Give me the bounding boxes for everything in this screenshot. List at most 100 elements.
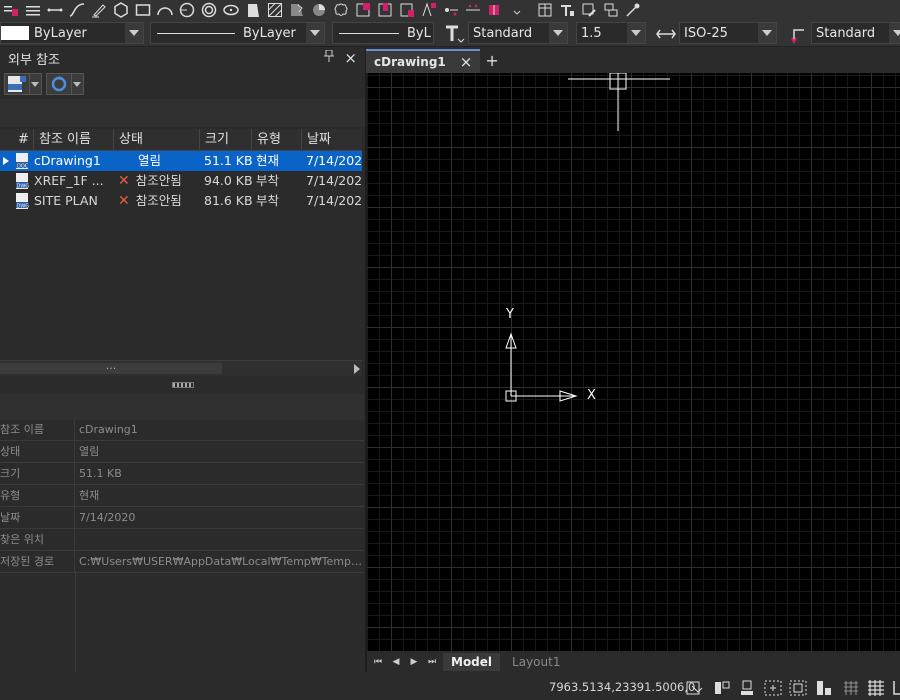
coordinate-readout[interactable]: 7963.5134,23391.5006,0	[549, 680, 695, 694]
circle-icon[interactable]	[176, 0, 198, 19]
detail-row-found-at: 찾은 위치	[0, 528, 364, 551]
ellipse-icon[interactable]	[220, 0, 242, 19]
row-name: SITE PLAN	[34, 193, 98, 208]
row-size: 51.1 KB	[204, 153, 252, 168]
layer-state-icon[interactable]	[22, 0, 44, 19]
table-row[interactable]: DOC cDrawing1 열림 51.1 KB 현재 7/14/2020	[0, 151, 362, 171]
measure-icon[interactable]	[484, 0, 506, 19]
snap-icon[interactable]	[842, 680, 860, 696]
line-icon[interactable]	[44, 0, 66, 19]
tab-cdrawing1[interactable]: cDrawing1 ×	[366, 49, 481, 73]
scrollbar-thumb[interactable]: ...	[0, 360, 222, 374]
chevron-down-icon[interactable]	[549, 23, 567, 43]
polyline-icon[interactable]	[66, 0, 88, 19]
chevron-down-icon[interactable]	[889, 23, 900, 43]
close-icon[interactable]: ×	[344, 49, 357, 67]
donut-icon[interactable]	[198, 0, 220, 19]
linetype-combo[interactable]: ByLayer	[150, 22, 325, 44]
write-block-icon[interactable]	[396, 0, 418, 19]
hatch-icon[interactable]	[264, 0, 286, 19]
chevron-down-icon[interactable]	[627, 23, 645, 43]
next-layout-icon[interactable]: ▶	[407, 655, 421, 669]
row-date: 7/14/2020	[306, 173, 362, 188]
table-row[interactable]: DWG SITE PLAN ✕ 참조안됨 81.6 KB 부착 7/14/202…	[0, 191, 362, 211]
col-type[interactable]: 유형	[252, 129, 302, 150]
drawing-canvas[interactable]: Y X	[367, 73, 900, 651]
detail-row-status: 상태 열림	[0, 440, 364, 463]
lock-ui-icon[interactable]	[815, 680, 833, 696]
edit-text-icon[interactable]	[578, 0, 600, 19]
arc-icon[interactable]	[154, 0, 176, 19]
row-status: 열림	[138, 153, 162, 168]
region-icon[interactable]	[242, 0, 264, 19]
first-layout-icon[interactable]: ⏮	[371, 655, 385, 669]
new-tab-button[interactable]: +	[485, 51, 498, 70]
insert-icon[interactable]	[374, 0, 396, 19]
color-value: ByLayer	[34, 25, 87, 41]
cloud-icon[interactable]	[330, 0, 352, 19]
chevron-down-icon[interactable]	[306, 23, 324, 43]
chevron-down-icon[interactable]	[125, 23, 143, 43]
status-bar: 7963.5134,23391.5006,0	[0, 676, 900, 700]
col-status[interactable]: 상태	[114, 129, 200, 150]
col-date[interactable]: 날짜	[302, 129, 362, 150]
multileader-style-icon[interactable]	[788, 24, 810, 45]
model-space-icon[interactable]	[686, 680, 704, 696]
attach-dwg-button[interactable]	[4, 73, 42, 95]
quick-view-icon[interactable]	[713, 680, 731, 696]
tab-layout1[interactable]: Layout1	[504, 653, 568, 671]
col-size[interactable]: 크기	[200, 129, 252, 150]
panel-splitter-handle[interactable]	[0, 380, 365, 390]
point-icon[interactable]	[440, 0, 462, 19]
tab-close-icon[interactable]: ×	[460, 53, 473, 71]
table-icon[interactable]	[534, 0, 556, 19]
row-pointer-icon	[0, 151, 14, 171]
gradient-icon[interactable]	[286, 0, 308, 19]
row-date: 7/14/2020	[306, 153, 362, 168]
chevron-down-icon[interactable]	[71, 74, 81, 94]
leader-icon[interactable]	[622, 0, 644, 19]
scroll-right-icon[interactable]	[354, 364, 360, 374]
lineweight-combo[interactable]: ByL	[332, 22, 434, 44]
refresh-button[interactable]	[46, 73, 84, 95]
unloaded-x-icon: ✕	[118, 173, 130, 189]
last-layout-icon[interactable]: ⏭	[425, 655, 439, 669]
text-height-combo[interactable]: 1.5	[576, 22, 646, 44]
table-row[interactable]: DWG XREF_1F ... ✕ 참조안됨 94.0 KB 부착 7/14/2…	[0, 171, 362, 191]
text-icon[interactable]	[556, 0, 578, 19]
grid-icon[interactable]	[867, 680, 885, 696]
block-icon[interactable]	[352, 0, 374, 19]
multileader-style-combo[interactable]: Standard	[811, 22, 900, 44]
crosshair-cursor	[568, 73, 670, 131]
polygon-icon[interactable]	[110, 0, 132, 19]
chevron-down-icon[interactable]	[29, 74, 39, 94]
more-icon[interactable]	[506, 0, 528, 19]
layer-icon[interactable]	[0, 0, 22, 19]
divide-icon[interactable]	[462, 0, 484, 19]
pen-icon[interactable]	[88, 0, 110, 19]
pie-region-icon[interactable]	[308, 0, 330, 19]
text-style-icon[interactable]	[444, 24, 466, 44]
pin-icon[interactable]	[324, 49, 335, 66]
horizontal-scrollbar[interactable]: ...	[0, 360, 362, 376]
viewport-lock-icon[interactable]	[764, 680, 782, 696]
dimension-style-icon[interactable]	[655, 24, 677, 44]
tab-model[interactable]: Model	[443, 652, 501, 671]
col-reference-name[interactable]: 참조 이름	[34, 129, 114, 150]
annotation-scale-icon[interactable]	[738, 680, 756, 696]
details-empty-area	[0, 571, 364, 672]
col-number[interactable]: #	[0, 129, 34, 150]
text-style-value: Standard	[473, 25, 533, 41]
details-header	[0, 394, 364, 420]
attribute-icon[interactable]	[418, 0, 440, 19]
chevron-down-icon[interactable]	[758, 23, 776, 43]
prev-layout-icon[interactable]: ◀	[389, 655, 403, 669]
ortho-icon[interactable]	[892, 680, 900, 696]
color-combo[interactable]: ByLayer	[0, 22, 144, 44]
dimension-style-combo[interactable]: ISO-25	[679, 22, 777, 44]
text-style-combo[interactable]: Standard	[468, 22, 568, 44]
properties-bar: ByLayer ByLayer ByL Standard 1.5 ISO-25 …	[0, 19, 900, 47]
dimension-icon[interactable]	[600, 0, 622, 19]
rectangle-icon[interactable]	[132, 0, 154, 19]
isolate-objects-icon[interactable]	[789, 680, 807, 696]
